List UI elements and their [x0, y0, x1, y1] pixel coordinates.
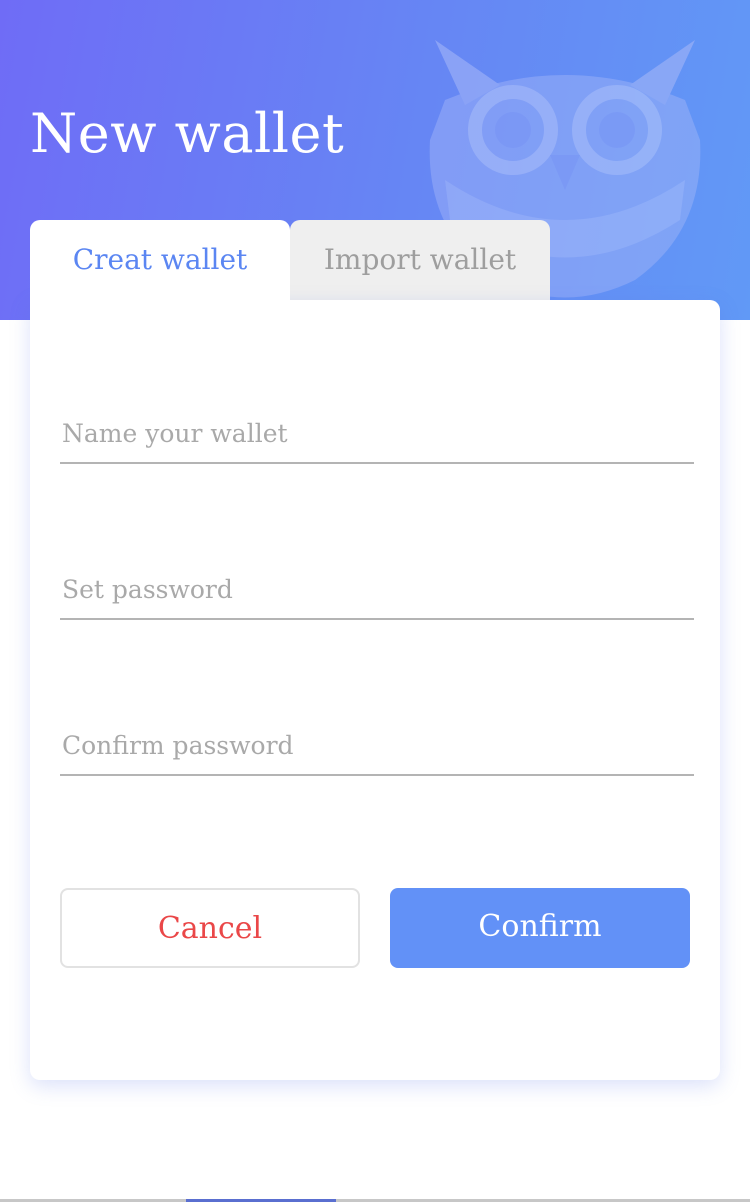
tab-create-wallet[interactable]: Creat wallet: [30, 220, 290, 302]
cancel-button[interactable]: Cancel: [60, 888, 360, 968]
create-wallet-card: Cancel Confirm: [30, 300, 720, 1080]
wallet-name-field: [60, 404, 694, 464]
confirm-button[interactable]: Confirm: [390, 888, 690, 968]
wallet-name-input[interactable]: [60, 404, 694, 462]
password-field: [60, 560, 694, 620]
tab-import-wallet[interactable]: Import wallet: [290, 220, 550, 300]
confirm-password-field: [60, 716, 694, 776]
page-title: New wallet: [30, 102, 345, 165]
confirm-password-input[interactable]: [60, 716, 694, 774]
password-input[interactable]: [60, 560, 694, 618]
